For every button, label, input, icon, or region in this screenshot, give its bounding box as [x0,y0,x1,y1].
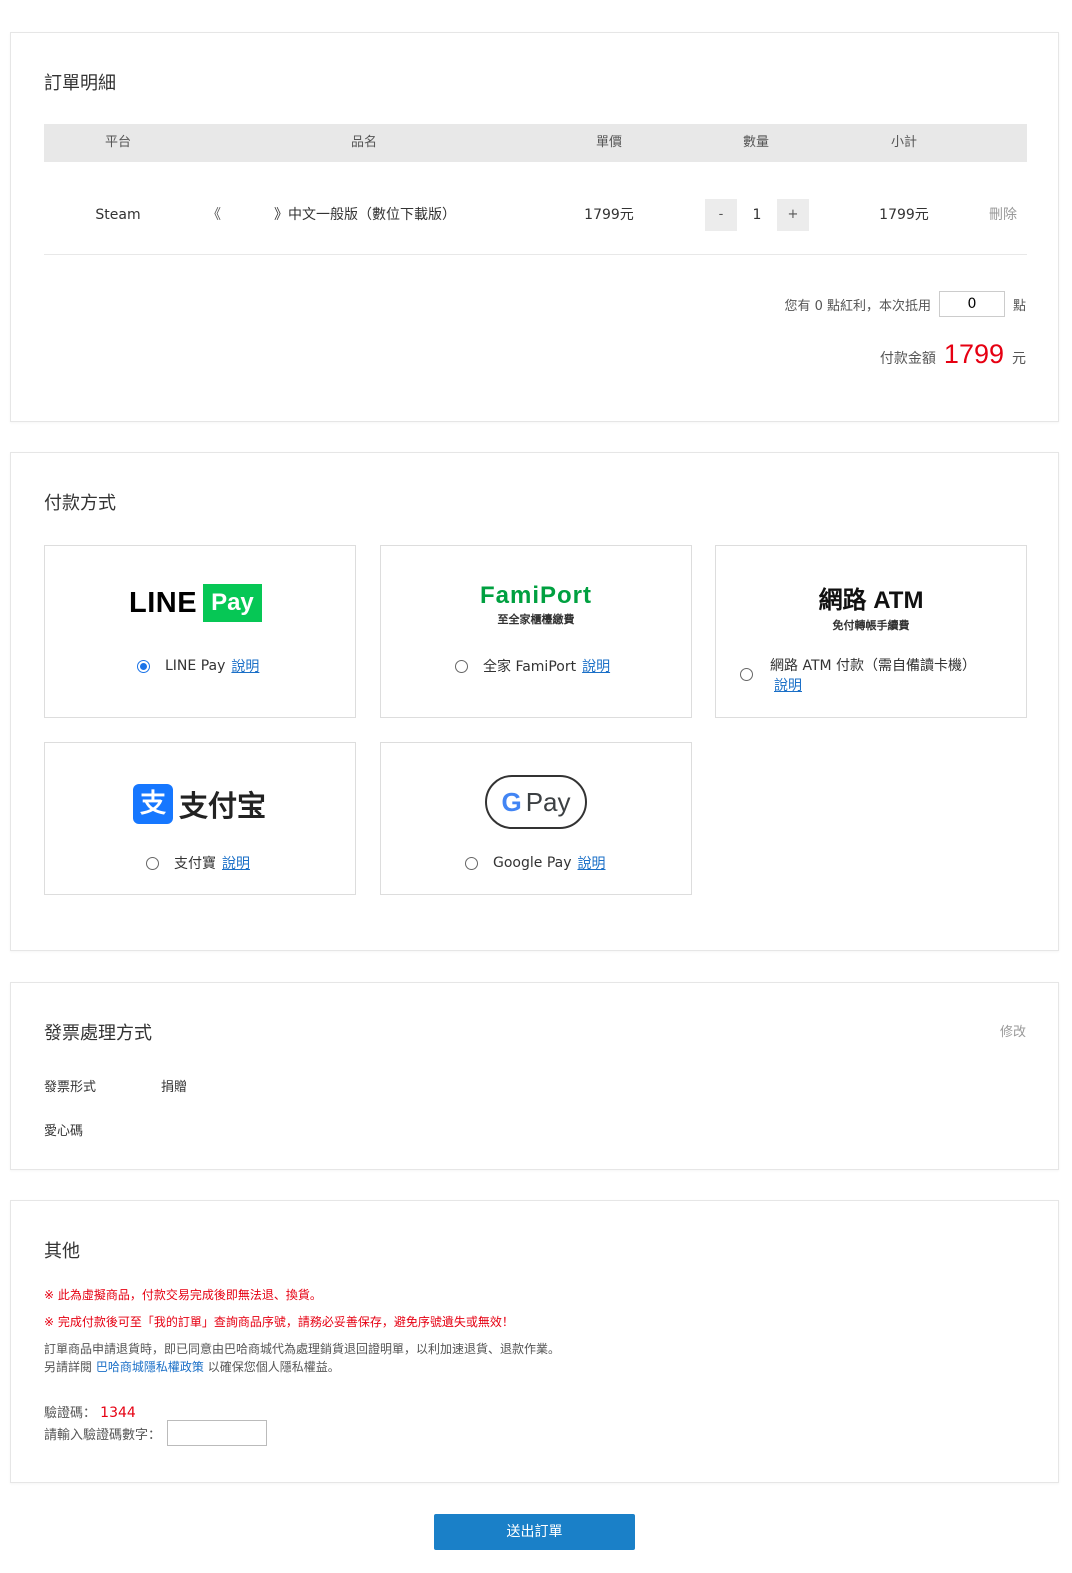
linepay-option-row: LINE Pay 說明 [137,656,259,676]
linepay-label: LINE Pay [165,658,226,674]
header-unit-price: 單價 [595,135,622,150]
item-name: 》中文一般版（數位下載版） [274,207,456,223]
order-details-card: 訂單明細 平台 品名 單價 數量 小計 Steam 《 》中文一般版（數位下載版… [10,32,1059,422]
alipay-logo: 支 支付宝 [133,783,266,825]
item-name-open: 《 [207,207,221,223]
privacy-post: 以確保您個人隱私權益。 [207,1360,340,1374]
payment-method-card: 付款方式 LINE Pay LINE Pay 說明 FamiPort 至全家櫃檯… [10,452,1059,951]
item-price: 1799元 [584,207,634,223]
invoice-card: 發票處理方式 修改 發票形式 捐贈 愛心碼 [10,982,1059,1170]
alipay-icon: 支 [133,784,173,824]
privacy-pre: 另請詳閱 [44,1360,93,1374]
alipay-radio[interactable] [146,856,159,870]
points-text: 您有 0 點紅利，本次抵用 [784,298,931,314]
captcha-row: 驗證碼： 1344 [44,1402,136,1421]
googlepay-info-link[interactable]: 說明 [578,853,606,873]
privacy-policy-link[interactable]: 巴哈商城隱私權政策 [96,1360,204,1374]
order-table-header: 平台 品名 單價 數量 小計 [44,124,1027,162]
quantity-plus-button[interactable]: + [777,199,809,231]
love-code-label: 愛心碼 [44,1124,84,1139]
invoice-edit-button[interactable]: 修改 [1000,1021,1026,1040]
googlepay-logo: G Pay [485,775,587,829]
notice-return-policy: 訂單商品申請退貨時，即已同意由巴哈商城代為處理銷貨退回證明單，以利加速退貨、退款… [44,1342,561,1356]
notice-serial: ※ 完成付款後可至「我的訂單」查詢商品序號，請務必妥善保存，避免序號遺失或無效！ [44,1315,514,1329]
linepay-info-link[interactable]: 說明 [231,656,259,676]
captcha-input-label: 請輸入驗證碼數字： [44,1427,162,1443]
atm-logo-text: 網路 ATM [818,587,924,614]
quantity-value: 1 [752,207,762,223]
notice-privacy: 另請詳閱 巴哈商城隱私權政策 以確保您個人隱私權益。 [44,1358,340,1375]
famiport-logo-sub: 至全家櫃檯繳費 [497,613,575,626]
famiport-logo: FamiPort 至全家櫃檯繳費 [381,582,691,627]
googlepay-label: Google Pay [493,855,572,871]
atm-logo-sub: 免付轉帳手續費 [832,619,910,632]
payment-option-alipay[interactable]: 支 支付宝 支付寶 說明 [44,742,356,895]
total-row: 付款金額 1799 元 [880,339,1026,370]
famiport-info-link[interactable]: 說明 [582,656,610,676]
google-g-icon: G [501,786,522,817]
payment-method-title: 付款方式 [44,493,116,514]
atm-label: 網路 ATM 付款（需自備讀卡機） [770,658,977,674]
bonus-points-row: 您有 0 點紅利，本次抵用 點 [784,291,1026,317]
linepay-logo: LINE Pay [129,584,262,622]
captcha-label: 驗證碼： [44,1406,97,1421]
invoice-type-label: 發票形式 [44,1080,97,1095]
notice-no-return: ※ 此為虛擬商品，付款交易完成後即無法退、換貨。 [44,1288,322,1302]
table-row: Steam 《 》中文一般版（數位下載版） 1799元 - 1 + 1799元 … [44,163,1027,255]
famiport-radio[interactable] [455,659,468,673]
captcha-input[interactable] [167,1420,268,1446]
captcha-input-row: 請輸入驗證碼數字： [44,1420,268,1446]
linepay-logo-badge: Pay [203,584,262,622]
total-unit: 元 [1012,351,1026,367]
alipay-logo-text: 支付宝 [179,789,267,823]
total-amount: 1799 [943,339,1004,369]
famiport-option-row: 全家 FamiPort 說明 [455,656,610,676]
googlepay-logo-text: Pay [525,786,571,817]
header-subtotal: 小計 [890,135,917,150]
payment-option-atm[interactable]: 網路 ATM 免付轉帳手續費 網路 ATM 付款（需自備讀卡機） 說明 [715,545,1027,718]
total-label: 付款金額 [879,351,936,367]
invoice-title: 發票處理方式 [44,1023,152,1044]
famiport-logo-text: FamiPort [479,582,592,609]
famiport-label: 全家 FamiPort [483,659,577,675]
googlepay-radio[interactable] [465,856,478,870]
payment-option-famiport[interactable]: FamiPort 至全家櫃檯繳費 全家 FamiPort 說明 [380,545,692,718]
other-title: 其他 [44,1241,80,1262]
invoice-type-value: 捐贈 [161,1080,188,1095]
alipay-info-link[interactable]: 說明 [222,853,250,873]
item-platform: Steam [95,207,141,223]
header-product-name: 品名 [350,135,377,150]
delete-item-button[interactable]: 刪除 [979,163,1027,255]
submit-order-button[interactable]: 送出訂單 [434,1514,635,1550]
alipay-label: 支付寶 [174,856,216,872]
other-card: 其他 ※ 此為虛擬商品，付款交易完成後即無法退、換貨。 ※ 完成付款後可至「我的… [10,1200,1059,1483]
captcha-value: 1344 [100,1405,136,1421]
payment-option-linepay[interactable]: LINE Pay LINE Pay 說明 [44,545,356,718]
payment-option-googlepay[interactable]: G Pay Google Pay 說明 [380,742,692,895]
header-quantity: 數量 [742,135,769,150]
atm-option-row: 網路 ATM 付款（需自備讀卡機） 說明 [770,656,1010,696]
linepay-logo-text: LINE [129,586,198,619]
atm-logo: 網路 ATM 免付轉帳手續費 [716,580,1026,633]
points-unit: 點 [1012,298,1026,314]
item-subtotal: 1799元 [879,207,929,223]
linepay-radio[interactable] [137,659,150,673]
points-input[interactable] [938,291,1005,317]
order-details-title: 訂單明細 [44,73,116,94]
atm-info-link[interactable]: 說明 [774,678,802,694]
googlepay-option-row: Google Pay 說明 [465,853,606,873]
alipay-option-row: 支付寶 說明 [146,853,250,873]
atm-radio[interactable] [740,668,753,681]
quantity-minus-button[interactable]: - [705,199,737,231]
header-platform: 平台 [104,135,131,150]
